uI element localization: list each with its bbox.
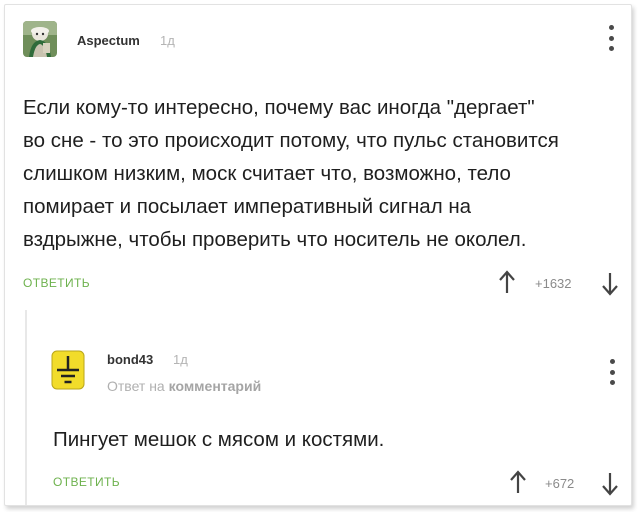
reply-to-line: Ответ на комментарий (107, 378, 261, 394)
arrow-down-icon[interactable] (601, 471, 619, 497)
arrow-up-icon[interactable] (498, 269, 516, 295)
reply-comment: bond43 1д Ответ на комментарий Пингует м… (25, 310, 633, 505)
avatar[interactable] (23, 21, 57, 57)
comment-time: 1д (160, 33, 175, 48)
reply-to-prefix: Ответ на (107, 378, 165, 394)
comment-text-line: Если кому-то интересно, почему вас иногд… (23, 96, 535, 119)
reply-to-link[interactable]: комментарий (169, 378, 262, 394)
arrow-down-icon[interactable] (601, 271, 619, 297)
comment-thread: Aspectum 1д Если кому-то интересно, поче… (4, 4, 632, 506)
comment-text: Если кому-то интересно, почему вас иногд… (23, 91, 623, 256)
comment-author[interactable]: Aspectum (77, 33, 140, 48)
rating-value: +1632 (535, 276, 572, 291)
vertical-dots-icon[interactable] (604, 25, 618, 51)
comment-time: 1д (173, 352, 188, 367)
avatar-image (23, 21, 57, 57)
reply-button[interactable]: ответить (23, 276, 90, 290)
comment-text-line: помирает и посылает императивный сигнал … (23, 195, 472, 218)
comment: Aspectum 1д Если кому-то интересно, поче… (5, 5, 631, 305)
comment-text-line: слишком низким, моск считает что, возмож… (23, 162, 511, 185)
comment-text: Пингует мешок с мясом и костями. (53, 428, 385, 451)
arrow-up-icon[interactable] (509, 469, 527, 495)
ground-symbol-icon[interactable] (51, 350, 85, 390)
comment-text-line: во сне - то это происходит потому, что п… (23, 129, 559, 152)
comment-author[interactable]: bond43 (107, 352, 153, 367)
reply-button[interactable]: ответить (53, 475, 120, 489)
comment-text-line: вздрыжне, чтобы проверить что носитель н… (23, 228, 527, 251)
vertical-dots-icon[interactable] (605, 359, 619, 385)
rating-value: +672 (545, 476, 575, 491)
